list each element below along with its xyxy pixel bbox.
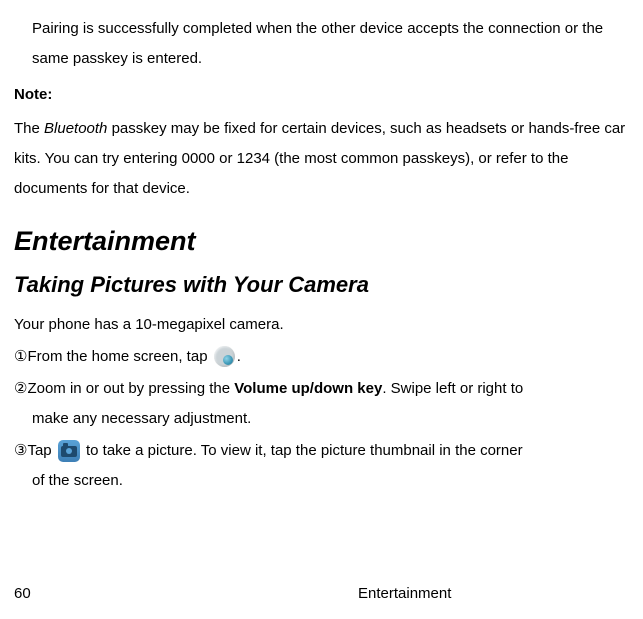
camera-app-icon	[214, 346, 235, 367]
note-label: Note:	[14, 80, 639, 110]
step3-text-a: Tap	[27, 442, 55, 459]
step2-number: ②	[14, 380, 27, 397]
note-body: The Bluetooth passkey may be fixed for c…	[14, 114, 639, 204]
step-3: ③Tap to take a picture. To view it, tap …	[14, 436, 639, 496]
step1-number: ①	[14, 348, 27, 365]
step3-text-b: to take a picture. To view it, tap the p…	[82, 442, 523, 459]
camera-shutter-icon	[58, 440, 80, 462]
page-number: 60	[14, 586, 324, 601]
step2-text-a: Zoom in or out by pressing the	[27, 380, 234, 397]
note-colon: :	[47, 86, 52, 103]
camera-intro: Your phone has a 10-megapixel camera.	[14, 310, 639, 340]
footer-section-label: Entertainment	[324, 586, 451, 601]
pairing-complete-text: Pairing is successfully completed when t…	[14, 14, 639, 74]
step3-number: ③	[14, 442, 27, 459]
page-footer: 60 Entertainment	[14, 586, 639, 601]
subsection-title-camera: Taking Pictures with Your Camera	[14, 271, 639, 300]
step2-bold-key: Volume up/down key	[234, 380, 382, 397]
note-bluetooth-word: Bluetooth	[44, 120, 107, 137]
step2-line2: make any necessary adjustment.	[14, 404, 639, 434]
step-2: ②Zoom in or out by pressing the Volume u…	[14, 374, 639, 434]
step-1: ①From the home screen, tap .	[14, 342, 639, 372]
note-word: Note	[14, 86, 47, 103]
step3-line2: of the screen.	[14, 466, 639, 496]
step2-text-b: . Swipe left or right to	[382, 380, 523, 397]
note-prefix: The	[14, 120, 44, 137]
section-title-entertainment: Entertainment	[14, 224, 639, 259]
step1-text: From the home screen, tap	[27, 348, 211, 365]
step1-period: .	[237, 348, 241, 365]
